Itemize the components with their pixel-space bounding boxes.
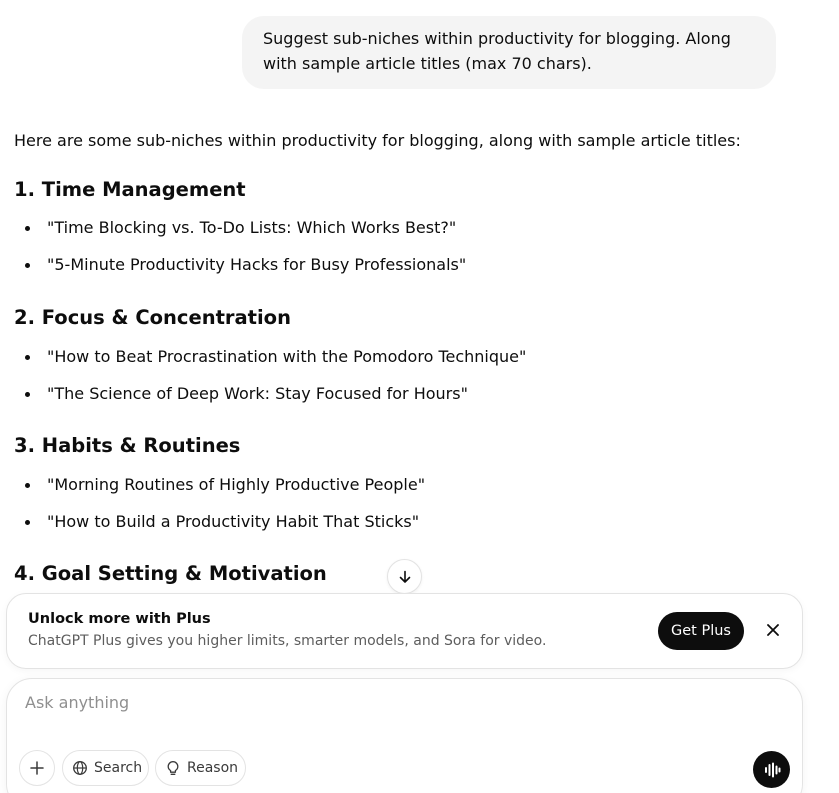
list-item: "How to Build a Productivity Habit That …	[14, 510, 425, 547]
reason-button[interactable]: Reason	[155, 750, 246, 786]
close-icon	[767, 624, 779, 636]
section-list-habits-routines: "Morning Routines of Highly Productive P…	[14, 473, 425, 547]
voice-mode-button[interactable]	[753, 751, 790, 788]
answer-intro: Here are some sub-niches within producti…	[14, 131, 741, 150]
user-message-bubble: Suggest sub-niches within productivity f…	[242, 16, 776, 89]
search-button[interactable]: Search	[62, 750, 149, 786]
list-item: "The Science of Deep Work: Stay Focused …	[14, 382, 526, 419]
plus-icon	[30, 761, 44, 775]
list-item: "How to Beat Procrastination with the Po…	[14, 345, 526, 382]
lightbulb-icon	[167, 761, 179, 775]
section-title-focus-concentration: 2. Focus & Concentration	[14, 306, 291, 329]
get-plus-button[interactable]: Get Plus	[658, 612, 744, 650]
arrow-down-icon	[399, 570, 410, 583]
reason-button-label: Reason	[187, 760, 239, 776]
voice-waveform-icon	[764, 762, 780, 777]
upsell-title: Unlock more with Plus	[28, 611, 211, 627]
list-item: "5-Minute Productivity Hacks for Busy Pr…	[14, 253, 466, 290]
scroll-to-bottom-button[interactable]	[387, 559, 422, 594]
section-title-time-management: 1. Time Management	[14, 178, 246, 201]
section-title-habits-routines: 3. Habits & Routines	[14, 434, 241, 457]
list-item: "Time Blocking vs. To-Do Lists: Which Wo…	[14, 216, 466, 253]
message-input[interactable]: Ask anything	[25, 693, 129, 712]
chat-page: Suggest sub-niches within productivity f…	[0, 0, 839, 793]
section-title-goal-setting: 4. Goal Setting & Motivation	[14, 562, 327, 585]
search-button-label: Search	[94, 760, 143, 776]
close-upsell-button[interactable]	[764, 621, 782, 639]
plus-upsell-banner: Unlock more with Plus ChatGPT Plus gives…	[6, 593, 803, 669]
list-item: "Morning Routines of Highly Productive P…	[14, 473, 425, 510]
upsell-description: ChatGPT Plus gives you higher limits, sm…	[28, 633, 547, 649]
section-list-focus-concentration: "How to Beat Procrastination with the Po…	[14, 345, 526, 419]
user-message-text: Suggest sub-niches within productivity f…	[263, 29, 731, 73]
globe-icon	[73, 761, 87, 775]
add-attachment-button[interactable]	[19, 750, 55, 786]
message-composer: Ask anything Search Reason	[6, 678, 803, 793]
section-list-time-management: "Time Blocking vs. To-Do Lists: Which Wo…	[14, 216, 466, 290]
assistant-answer: Here are some sub-niches within producti…	[14, 129, 814, 585]
